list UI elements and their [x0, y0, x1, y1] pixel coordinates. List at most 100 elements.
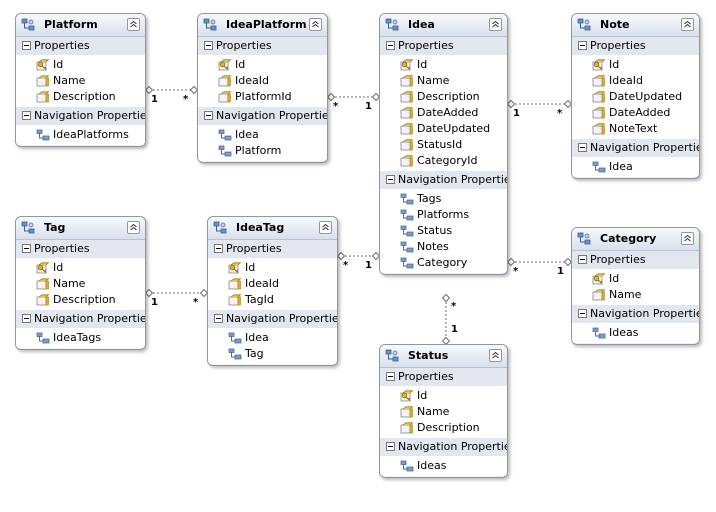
section-label: Properties	[226, 242, 282, 255]
property-row[interactable]: Description	[380, 420, 507, 436]
property-row[interactable]: DateUpdated	[572, 89, 699, 105]
collapse-section-icon[interactable]	[578, 255, 587, 264]
section-label: Navigation Properties	[590, 141, 700, 154]
property-row[interactable]: IdeaId	[198, 73, 327, 89]
collapse-icon[interactable]	[489, 349, 502, 362]
properties-section-header[interactable]: Properties	[380, 368, 507, 386]
navigation-section-header[interactable]: Navigation Properties	[380, 171, 507, 189]
property-row[interactable]: DateAdded	[380, 105, 507, 121]
collapse-section-icon[interactable]	[204, 111, 213, 120]
navigation-section-header[interactable]: Navigation Properties	[572, 305, 699, 323]
entity-idea[interactable]: Idea Properties Id Name Description DateAdded…	[379, 13, 508, 275]
navigation-section-header[interactable]: Navigation Properties	[572, 139, 699, 157]
collapse-icon[interactable]	[489, 18, 502, 31]
navigation-row[interactable]: Category	[380, 255, 507, 271]
collapse-section-icon[interactable]	[22, 244, 31, 253]
property-row[interactable]: IdeaId	[208, 276, 337, 292]
collapse-section-icon[interactable]	[386, 41, 395, 50]
navigation-row[interactable]: IdeaTags	[16, 330, 145, 346]
navigation-section-header[interactable]: Navigation Properties	[208, 310, 337, 328]
collapse-icon[interactable]	[127, 18, 140, 31]
entity-tag[interactable]: Tag Properties Id Name Description Navigation…	[15, 216, 146, 350]
navigation-row[interactable]: Idea	[208, 330, 337, 346]
collapse-section-icon[interactable]	[386, 372, 395, 381]
navigation-section-header[interactable]: Navigation Properties	[16, 310, 145, 328]
entity-status[interactable]: Status Properties Id Name Description Navigat…	[379, 344, 508, 478]
collapse-section-icon[interactable]	[578, 41, 587, 50]
collapse-section-icon[interactable]	[204, 41, 213, 50]
navigation-row[interactable]: Idea	[572, 159, 699, 175]
collapse-section-icon[interactable]	[22, 111, 31, 120]
property-row[interactable]: StatusId	[380, 137, 507, 153]
property-row[interactable]: Id	[572, 271, 699, 287]
property-row[interactable]: DateAdded	[572, 105, 699, 121]
collapse-section-icon[interactable]	[386, 442, 395, 451]
collapse-section-icon[interactable]	[22, 314, 31, 323]
entity-category[interactable]: Category Properties Id Name Navigation Prope…	[571, 227, 700, 345]
navigation-row[interactable]: Notes	[380, 239, 507, 255]
collapse-section-icon[interactable]	[22, 41, 31, 50]
navigation-row[interactable]: Idea	[198, 127, 327, 143]
collapse-icon[interactable]	[309, 18, 322, 31]
properties-section-header[interactable]: Properties	[198, 37, 327, 55]
property-row[interactable]: Id	[16, 260, 145, 276]
collapse-icon[interactable]	[681, 18, 694, 31]
property-row[interactable]: Name	[16, 276, 145, 292]
navigation-row[interactable]: Status	[380, 223, 507, 239]
property-row[interactable]: Id	[380, 57, 507, 73]
property-row[interactable]: Name	[572, 287, 699, 303]
entity-idea-platform[interactable]: IdeaPlatform Properties Id IdeaId PlatformId…	[197, 13, 328, 163]
property-row[interactable]: Id	[198, 57, 327, 73]
property-row[interactable]: Id	[572, 57, 699, 73]
property-row[interactable]: Id	[208, 260, 337, 276]
property-row[interactable]: Name	[380, 73, 507, 89]
property-row[interactable]: Name	[380, 404, 507, 420]
property-row[interactable]: CategoryId	[380, 153, 507, 169]
collapse-section-icon[interactable]	[578, 309, 587, 318]
collapse-section-icon[interactable]	[214, 314, 223, 323]
property-row[interactable]: Description	[380, 89, 507, 105]
navigation-list: IdeaPlatforms	[16, 125, 145, 145]
collapse-icon[interactable]	[127, 221, 140, 234]
multiplicity-label: *	[557, 108, 563, 119]
property-row[interactable]: TagId	[208, 292, 337, 308]
property-row[interactable]: NoteText	[572, 121, 699, 137]
entity-platform[interactable]: Platform Properties Id Name Description Navig…	[15, 13, 146, 147]
properties-section-header[interactable]: Properties	[380, 37, 507, 55]
navigation-property-name: Idea	[245, 331, 269, 344]
navigation-row[interactable]: Tags	[380, 191, 507, 207]
entity-header: Category	[572, 228, 699, 251]
entity-note[interactable]: Note Properties Id IdeaId DateUpdated DateAdd…	[571, 13, 700, 179]
navigation-row[interactable]: Tag	[208, 346, 337, 362]
navigation-row[interactable]: Ideas	[380, 458, 507, 474]
properties-section-header[interactable]: Properties	[16, 37, 145, 55]
properties-section-header[interactable]: Properties	[572, 251, 699, 269]
properties-section-header[interactable]: Properties	[572, 37, 699, 55]
entity-header: Platform	[16, 14, 145, 37]
navigation-property-name: IdeaPlatforms	[53, 128, 129, 141]
collapse-icon[interactable]	[319, 221, 332, 234]
navigation-row[interactable]: Ideas	[572, 325, 699, 341]
entity-idea-tag[interactable]: Idea Tag Properties Id IdeaId TagId Navigation…	[207, 216, 338, 366]
navigation-section-header[interactable]: Navigation Properties	[198, 107, 327, 125]
navigation-section-header[interactable]: Navigation Properties	[16, 107, 145, 125]
property-row[interactable]: DateUpdated	[380, 121, 507, 137]
navigation-row[interactable]: IdeaPlatforms	[16, 127, 145, 143]
collapse-icon[interactable]	[681, 232, 694, 245]
navigation-property-name: Category	[417, 256, 468, 269]
properties-section-header[interactable]: Properties	[208, 240, 337, 258]
property-row[interactable]: Name	[16, 73, 145, 89]
property-row[interactable]: Description	[16, 292, 145, 308]
property-row[interactable]: IdeaId	[572, 73, 699, 89]
property-row[interactable]: PlatformId	[198, 89, 327, 105]
navigation-section-header[interactable]: Navigation Properties	[380, 438, 507, 456]
properties-section-header[interactable]: Properties	[16, 240, 145, 258]
property-row[interactable]: Id	[380, 388, 507, 404]
property-row[interactable]: Description	[16, 89, 145, 105]
collapse-section-icon[interactable]	[578, 143, 587, 152]
collapse-section-icon[interactable]	[386, 175, 395, 184]
navigation-row[interactable]: Platform	[198, 143, 327, 159]
navigation-row[interactable]: Platforms	[380, 207, 507, 223]
property-row[interactable]: Id	[16, 57, 145, 73]
collapse-section-icon[interactable]	[214, 244, 223, 253]
